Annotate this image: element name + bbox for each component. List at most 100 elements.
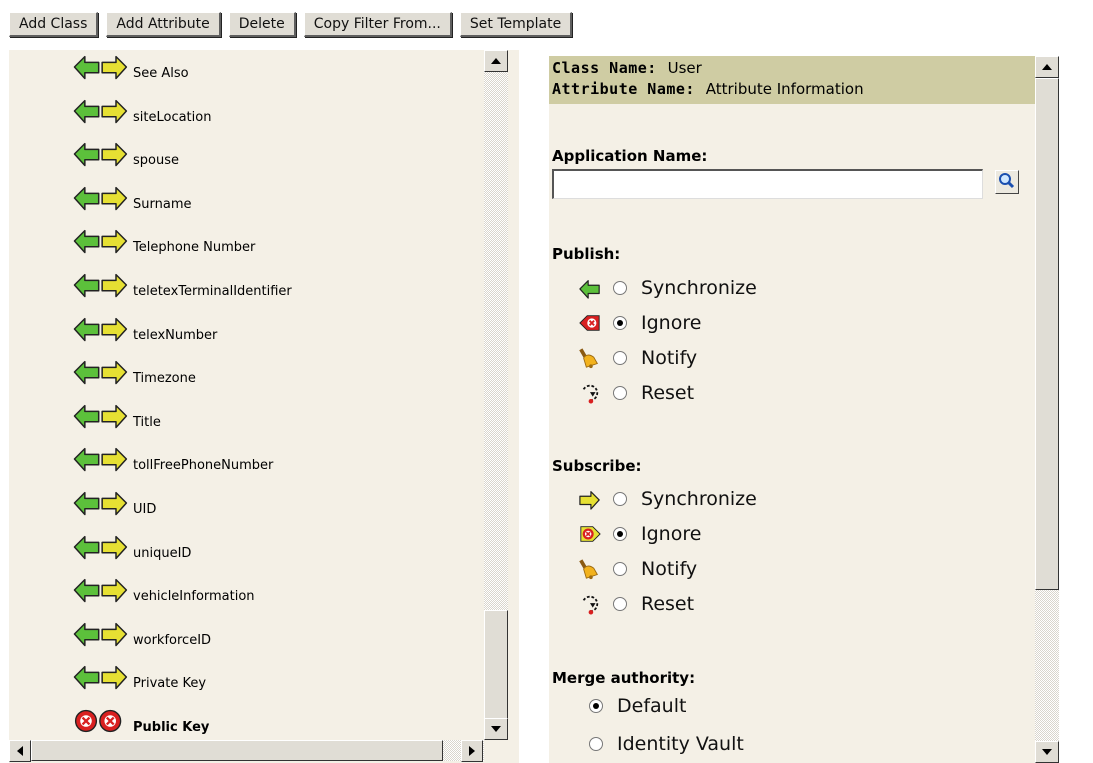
radio-label: Synchronize — [641, 488, 757, 510]
attribute-label: Private Key — [133, 676, 207, 692]
attribute-list-item[interactable]: Public Key — [71, 706, 209, 736]
attribute-list-item[interactable]: Surname — [71, 183, 191, 213]
application-name-input[interactable] — [552, 169, 983, 199]
attribute-list-item[interactable]: UID — [71, 488, 156, 518]
merge-authority-label: Merge authority: — [552, 669, 696, 687]
scroll-thumb[interactable] — [484, 610, 508, 722]
scroll-thumb[interactable] — [1035, 78, 1059, 590]
sync-arrows-icon — [71, 444, 131, 474]
application-name-label: Application Name: — [552, 147, 708, 165]
attribute-list-item[interactable]: uniqueID — [71, 532, 191, 562]
sync-arrows-icon — [73, 186, 128, 211]
attribute-label: Surname — [133, 196, 192, 212]
arrow-down-icon — [491, 726, 501, 732]
radio-label: Notify — [641, 558, 698, 580]
sync-arrows-icon — [73, 317, 128, 341]
publish-option-reset[interactable]: Reset — [579, 378, 694, 408]
attribute-label: siteLocation — [133, 109, 212, 125]
radio-button[interactable] — [613, 316, 627, 330]
sync-arrows-icon — [73, 361, 128, 385]
sync-arrows-icon — [73, 143, 128, 167]
attribute-list-item[interactable]: spouse — [71, 139, 179, 169]
sync-arrows-icon — [71, 488, 131, 518]
attribute-list-item[interactable]: Private Key — [71, 662, 206, 692]
notify-bell-icon — [579, 347, 601, 369]
scroll-thumb[interactable] — [31, 740, 443, 761]
sync-arrows-icon — [73, 230, 128, 254]
radio-selected-dot — [617, 320, 623, 326]
attribute-list-item[interactable]: teletexTerminalIdentifier — [71, 270, 292, 300]
publish-sync-icon — [579, 280, 600, 299]
radio-label: Ignore — [641, 523, 702, 545]
scroll-up-button[interactable] — [484, 50, 508, 72]
attribute-label: Public Key — [133, 720, 210, 735]
sync-arrows-icon — [71, 139, 131, 169]
sync-arrows-icon — [73, 491, 128, 516]
radio-button[interactable] — [613, 386, 627, 400]
sync-arrows-icon — [73, 55, 128, 80]
add-attribute-button[interactable]: Add Attribute — [106, 12, 221, 37]
attribute-list-item[interactable]: Title — [71, 401, 161, 431]
merge-option-identity-vault[interactable]: Identity Vault — [589, 729, 744, 759]
sync-arrows-icon — [73, 622, 128, 647]
application-search-button[interactable] — [995, 170, 1019, 194]
sync-arrows-icon — [71, 52, 131, 82]
attribute-label: Telephone Number — [133, 240, 256, 256]
attribute-list-item[interactable]: Telephone Number — [71, 226, 255, 256]
subscribe-option-synchronize[interactable]: Synchronize — [579, 484, 757, 514]
radio-button[interactable] — [589, 737, 603, 751]
ignore-pair-icon — [74, 709, 122, 733]
add-class-button[interactable]: Add Class — [9, 12, 99, 37]
attribute-list-horizontal-scrollbar[interactable] — [9, 740, 484, 762]
subscribe-option-ignore[interactable]: Ignore — [579, 519, 701, 549]
scroll-down-button[interactable] — [1035, 741, 1059, 763]
sync-arrows-icon — [73, 273, 128, 298]
attribute-name-key: Attribute Name: — [552, 80, 695, 98]
radio-label: Notify — [641, 347, 698, 369]
radio-button[interactable] — [613, 562, 627, 576]
scroll-left-button[interactable] — [9, 740, 31, 762]
scroll-right-button[interactable] — [461, 740, 483, 762]
delete-button[interactable]: Delete — [228, 12, 296, 37]
subscribe-option-notify[interactable]: Notify — [579, 554, 697, 584]
radio-button[interactable] — [589, 699, 603, 713]
search-icon — [999, 173, 1015, 189]
radio-button[interactable] — [613, 527, 627, 541]
radio-selected-dot — [593, 703, 599, 709]
publish-option-synchronize[interactable]: Synchronize — [579, 273, 757, 303]
subscribe-option-reset[interactable]: Reset — [579, 589, 694, 619]
attribute-name-value: Attribute Information — [705, 80, 864, 98]
attribute-list-item[interactable]: workforceID — [71, 619, 211, 649]
publish-option-ignore[interactable]: Ignore — [579, 308, 701, 338]
publish-ignore-icon — [579, 312, 601, 334]
scroll-down-button[interactable] — [484, 718, 508, 740]
copy-filter-from-button[interactable]: Copy Filter From... — [303, 12, 452, 37]
set-template-button[interactable]: Set Template — [459, 12, 573, 37]
attribute-list-item[interactable]: tollFreePhoneNumber — [71, 444, 273, 474]
attribute-list-item[interactable]: siteLocation — [71, 96, 211, 126]
sync-arrows-icon — [71, 619, 131, 649]
sync-arrows-icon — [71, 662, 131, 692]
sync-arrows-icon — [71, 401, 131, 431]
radio-button[interactable] — [613, 281, 627, 295]
attribute-list-item[interactable]: vehicleInformation — [71, 575, 255, 605]
scroll-up-button[interactable] — [1035, 56, 1059, 78]
detail-vertical-scrollbar[interactable] — [1035, 56, 1059, 763]
merge-option-default[interactable]: Default — [589, 691, 686, 721]
sync-arrows-icon — [73, 99, 128, 123]
attribute-list-item[interactable]: Timezone — [71, 357, 196, 387]
notify-bell-icon — [579, 348, 599, 369]
attribute-list-item[interactable]: See Also — [71, 52, 189, 82]
attribute-list-vertical-scrollbar[interactable] — [484, 50, 508, 740]
reset-icon — [579, 382, 601, 404]
publish-option-notify[interactable]: Notify — [579, 343, 697, 373]
attribute-label: Timezone — [133, 371, 196, 387]
radio-button[interactable] — [613, 492, 627, 506]
subscribe-sync-icon — [579, 488, 601, 510]
radio-button[interactable] — [613, 597, 627, 611]
attribute-label: teletexTerminalIdentifier — [133, 284, 292, 299]
radio-button[interactable] — [613, 351, 627, 365]
class-attribute-header: Class Name: User Attribute Name: Attribu… — [549, 56, 1035, 104]
sync-arrows-icon — [71, 183, 131, 213]
attribute-list-item[interactable]: telexNumber — [71, 314, 217, 344]
